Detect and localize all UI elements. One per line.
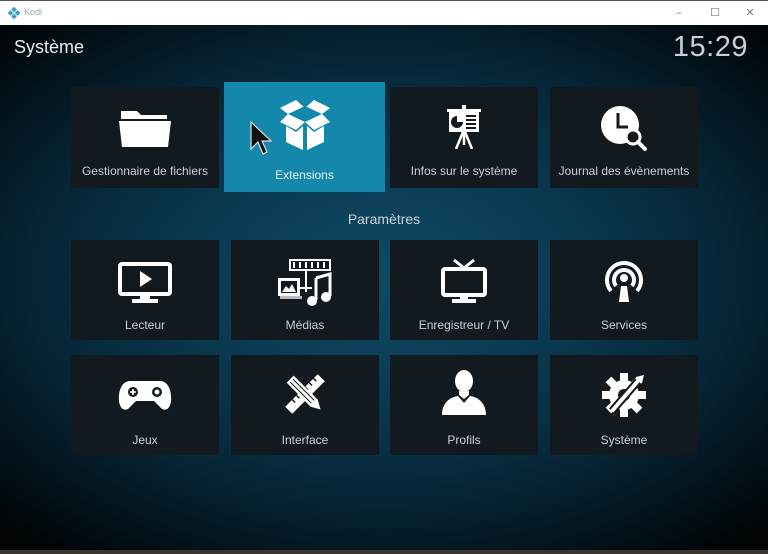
tile-extensions[interactable]: Extensions [224, 82, 385, 192]
broadcast-icon [605, 261, 643, 302]
window-title: Kodi [24, 7, 43, 17]
tile-pvr-tv[interactable]: Enregistreur / TV [390, 240, 538, 340]
taskbar-edge [0, 550, 768, 554]
page-title: Système [14, 37, 85, 57]
open-box-icon [279, 100, 330, 150]
close-button[interactable]: ✕ [741, 5, 759, 21]
tile-label: Services [600, 318, 647, 332]
mouse-cursor-icon [250, 121, 273, 155]
tile-label: Interface [281, 433, 329, 447]
tile-system-info[interactable]: Infos sur le système [390, 87, 538, 188]
tile-player[interactable]: Lecteur [71, 240, 219, 340]
window-titlebar: Kodi – ☐ ✕ [0, 0, 768, 25]
kodi-system-screen: Système 15:29 Gestionnaire de fichiers E… [0, 25, 768, 550]
user-profile-icon [442, 370, 486, 415]
tile-games[interactable]: Jeux [71, 355, 219, 455]
section-title-settings: Paramètres [347, 211, 421, 227]
tile-media[interactable]: Médias [231, 240, 379, 340]
tile-event-log[interactable]: Journal des évènements [550, 87, 698, 188]
monitor-play-icon [118, 262, 172, 303]
gamepad-icon [118, 381, 172, 410]
tile-label: Lecteur [124, 318, 166, 332]
tile-label: Système [600, 433, 648, 447]
minimize-button[interactable]: – [670, 5, 688, 21]
clock: 15:29 [672, 31, 748, 63]
tv-antenna-icon [441, 258, 487, 303]
tile-label: Infos sur le système [410, 164, 518, 178]
clock-search-icon [601, 106, 647, 151]
tile-system-settings[interactable]: Système [550, 355, 698, 455]
tile-label: Médias [285, 318, 325, 332]
kodi-logo-icon [8, 7, 20, 19]
gear-wrench-icon [602, 373, 646, 417]
tile-profiles[interactable]: Profils [390, 355, 538, 455]
tile-label: Enregistreur / TV [418, 318, 510, 332]
folder-icon [119, 111, 171, 147]
tile-label: Journal des évènements [558, 164, 690, 178]
tile-interface[interactable]: Interface [231, 355, 379, 455]
tile-label: Profils [447, 433, 481, 447]
pencil-ruler-icon [285, 374, 325, 414]
maximize-button[interactable]: ☐ [706, 5, 724, 21]
tile-label: Extensions [275, 168, 334, 182]
tile-label: Gestionnaire de fichiers [81, 164, 209, 178]
media-library-icon [278, 259, 332, 306]
tile-label: Jeux [132, 433, 158, 447]
tile-file-manager[interactable]: Gestionnaire de fichiers [71, 87, 219, 188]
presentation-board-icon [447, 105, 481, 149]
tile-services[interactable]: Services [550, 240, 698, 340]
